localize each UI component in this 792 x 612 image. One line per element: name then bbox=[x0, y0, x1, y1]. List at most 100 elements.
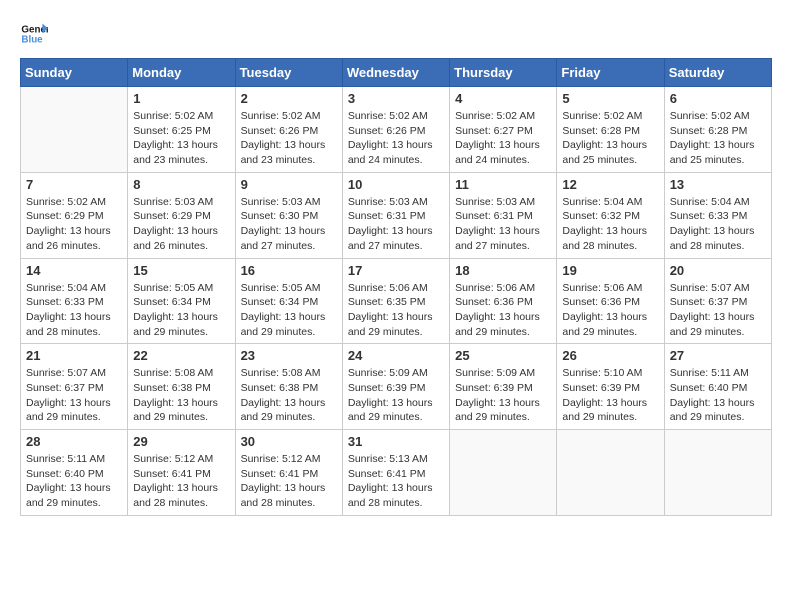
day-number: 25 bbox=[455, 348, 551, 363]
page-header: General Blue bbox=[20, 20, 772, 48]
day-number: 18 bbox=[455, 263, 551, 278]
week-row-3: 14 Sunrise: 5:04 AM Sunset: 6:33 PM Dayli… bbox=[21, 258, 772, 344]
day-info: Sunrise: 5:02 AM Sunset: 6:25 PM Dayligh… bbox=[133, 109, 229, 168]
calendar-cell: 3 Sunrise: 5:02 AM Sunset: 6:26 PM Daylig… bbox=[342, 87, 449, 173]
day-info: Sunrise: 5:04 AM Sunset: 6:33 PM Dayligh… bbox=[26, 281, 122, 340]
day-info: Sunrise: 5:06 AM Sunset: 6:35 PM Dayligh… bbox=[348, 281, 444, 340]
calendar-header-wednesday: Wednesday bbox=[342, 59, 449, 87]
day-number: 4 bbox=[455, 91, 551, 106]
calendar-cell: 19Sunrise: 5:06 AM Sunset: 6:36 PM Dayli… bbox=[557, 258, 664, 344]
logo: General Blue bbox=[20, 20, 48, 48]
calendar-cell: 28Sunrise: 5:11 AM Sunset: 6:40 PM Dayli… bbox=[21, 430, 128, 516]
day-number: 3 bbox=[348, 91, 444, 106]
calendar-cell bbox=[450, 430, 557, 516]
day-number: 5 bbox=[562, 91, 658, 106]
day-info: Sunrise: 5:05 AM Sunset: 6:34 PM Dayligh… bbox=[241, 281, 337, 340]
day-info: Sunrise: 5:07 AM Sunset: 6:37 PM Dayligh… bbox=[26, 366, 122, 425]
calendar-cell: 15Sunrise: 5:05 AM Sunset: 6:34 PM Dayli… bbox=[128, 258, 235, 344]
calendar-cell: 12 Sunrise: 5:04 AM Sunset: 6:32 PM Dayli… bbox=[557, 172, 664, 258]
day-info: Sunrise: 5:04 AM Sunset: 6:33 PM Dayligh… bbox=[670, 195, 766, 254]
day-info: Sunrise: 5:08 AM Sunset: 6:38 PM Dayligh… bbox=[241, 366, 337, 425]
day-info: Sunrise: 5:13 AM Sunset: 6:41 PM Dayligh… bbox=[348, 452, 444, 511]
calendar-cell bbox=[664, 430, 771, 516]
calendar-cell: 29 Sunrise: 5:12 AM Sunset: 6:41 PM Dayli… bbox=[128, 430, 235, 516]
logo-icon: General Blue bbox=[20, 20, 48, 48]
day-info: Sunrise: 5:03 AM Sunset: 6:31 PM Dayligh… bbox=[348, 195, 444, 254]
day-info: Sunrise: 5:03 AM Sunset: 6:29 PM Dayligh… bbox=[133, 195, 229, 254]
day-info: Sunrise: 5:02 AM Sunset: 6:29 PM Dayligh… bbox=[26, 195, 122, 254]
calendar-header-sunday: Sunday bbox=[21, 59, 128, 87]
calendar-cell: 10Sunrise: 5:03 AM Sunset: 6:31 PM Dayli… bbox=[342, 172, 449, 258]
day-info: Sunrise: 5:02 AM Sunset: 6:28 PM Dayligh… bbox=[670, 109, 766, 168]
week-row-5: 28Sunrise: 5:11 AM Sunset: 6:40 PM Dayli… bbox=[21, 430, 772, 516]
day-number: 27 bbox=[670, 348, 766, 363]
calendar-cell: 25 Sunrise: 5:09 AM Sunset: 6:39 PM Dayli… bbox=[450, 344, 557, 430]
calendar-header-tuesday: Tuesday bbox=[235, 59, 342, 87]
day-info: Sunrise: 5:08 AM Sunset: 6:38 PM Dayligh… bbox=[133, 366, 229, 425]
calendar-cell: 5Sunrise: 5:02 AM Sunset: 6:28 PM Daylig… bbox=[557, 87, 664, 173]
calendar-cell: 9 Sunrise: 5:03 AM Sunset: 6:30 PM Daylig… bbox=[235, 172, 342, 258]
calendar-cell: 30 Sunrise: 5:12 AM Sunset: 6:41 PM Dayli… bbox=[235, 430, 342, 516]
day-number: 20 bbox=[670, 263, 766, 278]
calendar-cell: 26 Sunrise: 5:10 AM Sunset: 6:39 PM Dayli… bbox=[557, 344, 664, 430]
calendar-cell: 20Sunrise: 5:07 AM Sunset: 6:37 PM Dayli… bbox=[664, 258, 771, 344]
day-number: 14 bbox=[26, 263, 122, 278]
day-number: 2 bbox=[241, 91, 337, 106]
day-info: Sunrise: 5:09 AM Sunset: 6:39 PM Dayligh… bbox=[348, 366, 444, 425]
day-number: 24 bbox=[348, 348, 444, 363]
calendar-cell: 21 Sunrise: 5:07 AM Sunset: 6:37 PM Dayli… bbox=[21, 344, 128, 430]
day-number: 9 bbox=[241, 177, 337, 192]
day-number: 1 bbox=[133, 91, 229, 106]
calendar-cell bbox=[557, 430, 664, 516]
day-info: Sunrise: 5:12 AM Sunset: 6:41 PM Dayligh… bbox=[241, 452, 337, 511]
day-number: 22 bbox=[133, 348, 229, 363]
day-number: 21 bbox=[26, 348, 122, 363]
day-info: Sunrise: 5:02 AM Sunset: 6:26 PM Dayligh… bbox=[241, 109, 337, 168]
day-number: 26 bbox=[562, 348, 658, 363]
day-info: Sunrise: 5:02 AM Sunset: 6:26 PM Dayligh… bbox=[348, 109, 444, 168]
day-number: 23 bbox=[241, 348, 337, 363]
calendar-cell: 22 Sunrise: 5:08 AM Sunset: 6:38 PM Dayli… bbox=[128, 344, 235, 430]
calendar-header-friday: Friday bbox=[557, 59, 664, 87]
day-number: 30 bbox=[241, 434, 337, 449]
day-number: 12 bbox=[562, 177, 658, 192]
calendar-cell: 4 Sunrise: 5:02 AM Sunset: 6:27 PM Daylig… bbox=[450, 87, 557, 173]
calendar-cell: 8Sunrise: 5:03 AM Sunset: 6:29 PM Daylig… bbox=[128, 172, 235, 258]
day-number: 13 bbox=[670, 177, 766, 192]
calendar-cell: 16 Sunrise: 5:05 AM Sunset: 6:34 PM Dayli… bbox=[235, 258, 342, 344]
calendar-header-saturday: Saturday bbox=[664, 59, 771, 87]
calendar-cell: 6Sunrise: 5:02 AM Sunset: 6:28 PM Daylig… bbox=[664, 87, 771, 173]
day-info: Sunrise: 5:06 AM Sunset: 6:36 PM Dayligh… bbox=[562, 281, 658, 340]
calendar-header-row: SundayMondayTuesdayWednesdayThursdayFrid… bbox=[21, 59, 772, 87]
day-number: 17 bbox=[348, 263, 444, 278]
day-number: 29 bbox=[133, 434, 229, 449]
day-info: Sunrise: 5:09 AM Sunset: 6:39 PM Dayligh… bbox=[455, 366, 551, 425]
week-row-4: 21 Sunrise: 5:07 AM Sunset: 6:37 PM Dayli… bbox=[21, 344, 772, 430]
calendar-cell: 18Sunrise: 5:06 AM Sunset: 6:36 PM Dayli… bbox=[450, 258, 557, 344]
day-info: Sunrise: 5:03 AM Sunset: 6:31 PM Dayligh… bbox=[455, 195, 551, 254]
calendar-cell: 14 Sunrise: 5:04 AM Sunset: 6:33 PM Dayli… bbox=[21, 258, 128, 344]
calendar-cell: 27 Sunrise: 5:11 AM Sunset: 6:40 PM Dayli… bbox=[664, 344, 771, 430]
calendar-cell: 13 Sunrise: 5:04 AM Sunset: 6:33 PM Dayli… bbox=[664, 172, 771, 258]
svg-text:Blue: Blue bbox=[21, 34, 43, 45]
day-info: Sunrise: 5:10 AM Sunset: 6:39 PM Dayligh… bbox=[562, 366, 658, 425]
calendar-cell: 11 Sunrise: 5:03 AM Sunset: 6:31 PM Dayli… bbox=[450, 172, 557, 258]
day-number: 16 bbox=[241, 263, 337, 278]
calendar-table: SundayMondayTuesdayWednesdayThursdayFrid… bbox=[20, 58, 772, 516]
day-number: 11 bbox=[455, 177, 551, 192]
calendar-cell: 7 Sunrise: 5:02 AM Sunset: 6:29 PM Daylig… bbox=[21, 172, 128, 258]
day-info: Sunrise: 5:12 AM Sunset: 6:41 PM Dayligh… bbox=[133, 452, 229, 511]
calendar-cell: 23 Sunrise: 5:08 AM Sunset: 6:38 PM Dayli… bbox=[235, 344, 342, 430]
calendar-cell: 2 Sunrise: 5:02 AM Sunset: 6:26 PM Daylig… bbox=[235, 87, 342, 173]
day-number: 7 bbox=[26, 177, 122, 192]
day-info: Sunrise: 5:02 AM Sunset: 6:27 PM Dayligh… bbox=[455, 109, 551, 168]
day-info: Sunrise: 5:11 AM Sunset: 6:40 PM Dayligh… bbox=[670, 366, 766, 425]
day-number: 31 bbox=[348, 434, 444, 449]
day-info: Sunrise: 5:03 AM Sunset: 6:30 PM Dayligh… bbox=[241, 195, 337, 254]
calendar-cell: 24 Sunrise: 5:09 AM Sunset: 6:39 PM Dayli… bbox=[342, 344, 449, 430]
day-number: 28 bbox=[26, 434, 122, 449]
week-row-2: 7 Sunrise: 5:02 AM Sunset: 6:29 PM Daylig… bbox=[21, 172, 772, 258]
day-info: Sunrise: 5:04 AM Sunset: 6:32 PM Dayligh… bbox=[562, 195, 658, 254]
calendar-header-thursday: Thursday bbox=[450, 59, 557, 87]
calendar-cell: 1 Sunrise: 5:02 AM Sunset: 6:25 PM Daylig… bbox=[128, 87, 235, 173]
